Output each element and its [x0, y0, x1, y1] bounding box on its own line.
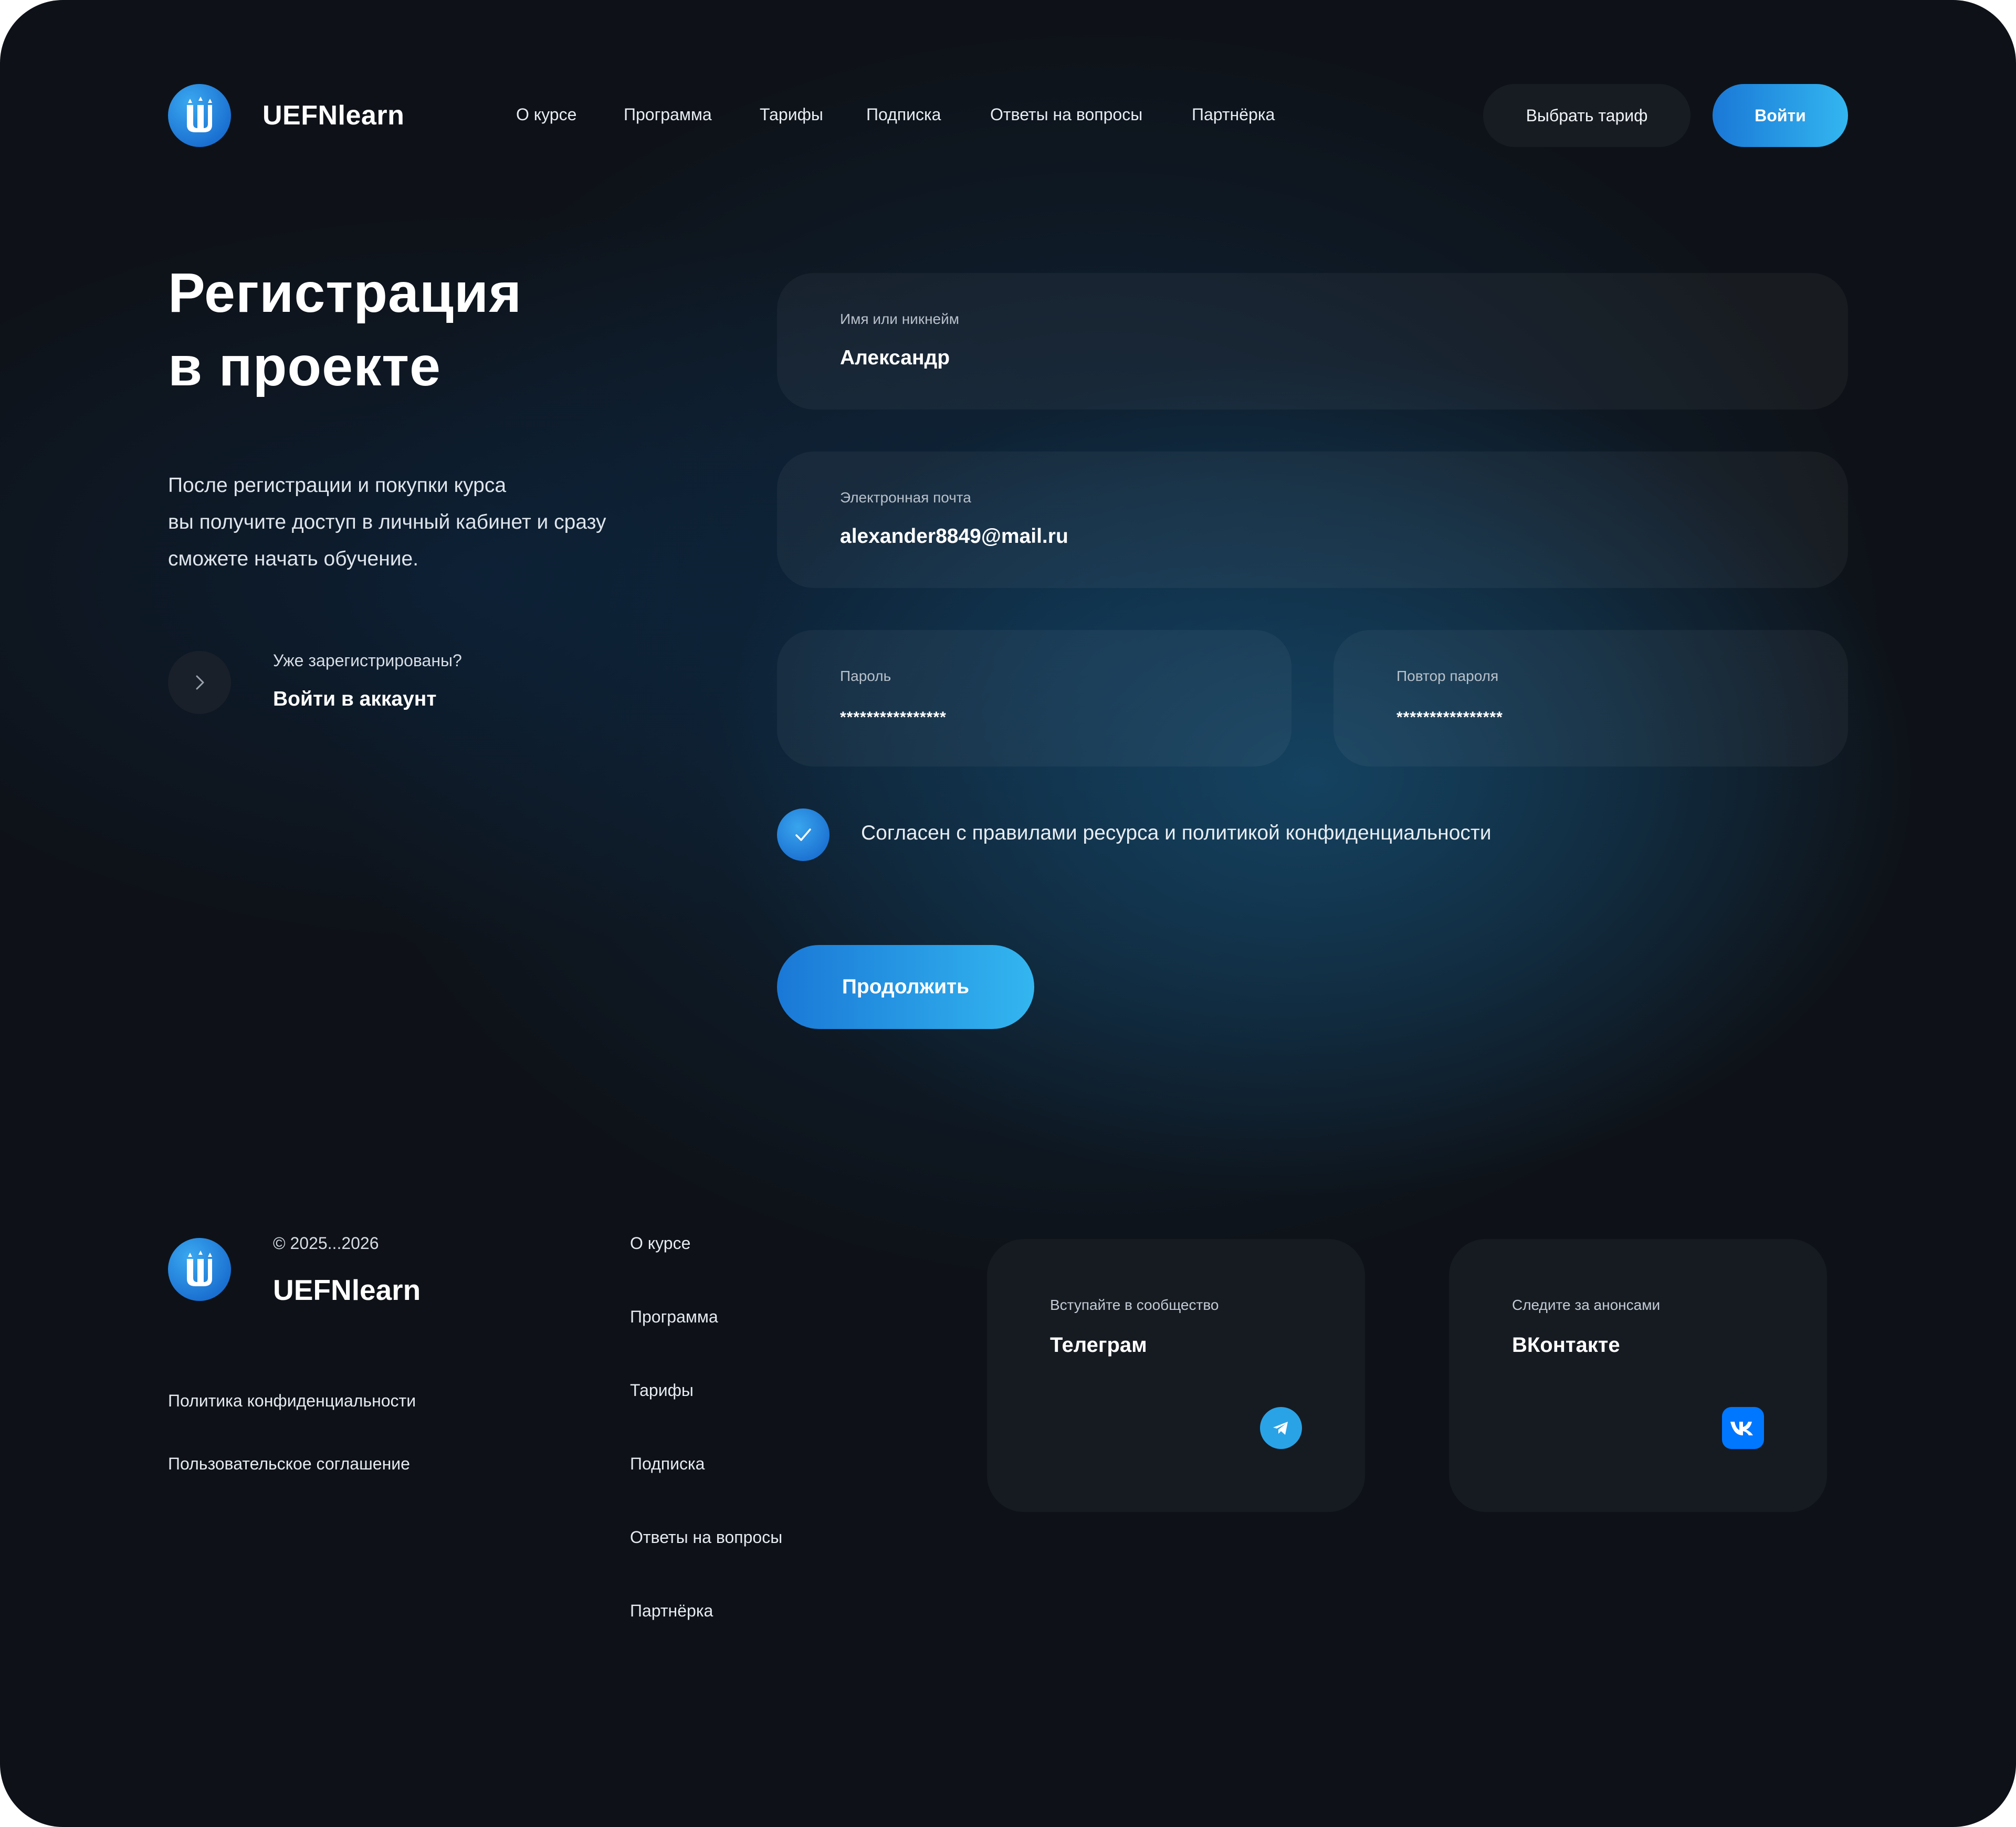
vk-card[interactable]: Следите за анонсами ВКонтакте — [1449, 1239, 1827, 1512]
login-account-link[interactable]: Войти в аккаунт — [273, 688, 436, 711]
already-registered-text: Уже зарегистрированы? — [273, 651, 462, 670]
intro-line-1: После регистрации и покупки курса — [168, 474, 507, 497]
password-repeat-field-value[interactable]: **************** — [1396, 709, 1503, 727]
footer-nav-partner[interactable]: Партнёрка — [630, 1601, 713, 1621]
privacy-policy-link[interactable]: Политика конфиденциальности — [168, 1391, 416, 1411]
checkmark-icon — [795, 828, 811, 841]
email-field-label: Электронная почта — [840, 489, 971, 506]
password-field-label: Пароль — [840, 668, 891, 684]
nav-subscription[interactable]: Подписка — [866, 105, 941, 124]
login-arrow-button[interactable] — [168, 651, 231, 714]
footer-nav-about[interactable]: О курсе — [630, 1234, 690, 1253]
agree-label[interactable]: Согласен с правилами ресурса и политикой… — [861, 822, 1492, 845]
telegram-card-name: Телеграм — [1050, 1334, 1147, 1357]
choose-plan-button[interactable]: Выбрать тариф — [1483, 84, 1690, 147]
name-field-value[interactable]: Александр — [840, 346, 950, 370]
password-field[interactable]: Пароль **************** — [777, 630, 1292, 766]
nav-about[interactable]: О курсе — [516, 105, 576, 124]
footer-nav-subscription[interactable]: Подписка — [630, 1454, 705, 1474]
vk-card-name: ВКонтакте — [1512, 1334, 1620, 1357]
title-line-2: в проекте — [168, 335, 442, 397]
telegram-card-label: Вступайте в сообщество — [1050, 1297, 1219, 1313]
name-field-label: Имя или никнейм — [840, 311, 959, 327]
vk-card-label: Следите за анонсами — [1512, 1297, 1661, 1313]
footer-copyright: © 2025...2026 — [273, 1234, 379, 1253]
nav-tariffs[interactable]: Тарифы — [760, 105, 823, 124]
password-repeat-field[interactable]: Повтор пароля **************** — [1334, 630, 1848, 766]
intro-line-3: сможете начать обучение. — [168, 548, 419, 570]
vk-icon[interactable] — [1722, 1407, 1764, 1449]
footer-nav-tariffs[interactable]: Тарифы — [630, 1381, 694, 1400]
agree-checkbox[interactable] — [777, 808, 830, 861]
intro-text: После регистрации и покупки курса вы пол… — [168, 467, 746, 578]
page-frame: UEFNlearn О курсе Программа Тарифы Подпи… — [0, 0, 2016, 1827]
chevron-right-icon — [196, 675, 204, 690]
intro-line-2: вы получите доступ в личный кабинет и ср… — [168, 511, 606, 533]
header: UEFNlearn О курсе Программа Тарифы Подпи… — [0, 0, 2016, 231]
email-field[interactable]: Электронная почта alexander8849@mail.ru — [777, 452, 1848, 588]
logo-icon[interactable] — [168, 84, 231, 147]
telegram-card[interactable]: Вступайте в сообщество Телеграм — [987, 1239, 1365, 1512]
continue-button[interactable]: Продолжить — [777, 945, 1034, 1029]
footer-logo-icon[interactable] — [168, 1238, 231, 1301]
nav-program[interactable]: Программа — [624, 105, 712, 124]
nav-faq[interactable]: Ответы на вопросы — [990, 105, 1142, 124]
nav-partner[interactable]: Партнёрка — [1192, 105, 1275, 124]
password-field-value[interactable]: **************** — [840, 709, 947, 727]
login-button[interactable]: Войти — [1713, 84, 1848, 147]
title-line-1: Регистрация — [168, 262, 522, 324]
email-field-value[interactable]: alexander8849@mail.ru — [840, 525, 1068, 548]
password-repeat-field-label: Повтор пароля — [1396, 668, 1499, 684]
footer-brand[interactable]: UEFNlearn — [273, 1273, 421, 1307]
footer-nav-faq[interactable]: Ответы на вопросы — [630, 1528, 782, 1547]
footer-nav-program[interactable]: Программа — [630, 1307, 718, 1327]
name-field[interactable]: Имя или никнейм Александр — [777, 273, 1848, 410]
brand-name[interactable]: UEFNlearn — [262, 100, 404, 131]
page-title: Регистрация в проекте — [168, 256, 522, 403]
telegram-icon[interactable] — [1260, 1407, 1302, 1449]
user-agreement-link[interactable]: Пользовательское соглашение — [168, 1454, 410, 1474]
